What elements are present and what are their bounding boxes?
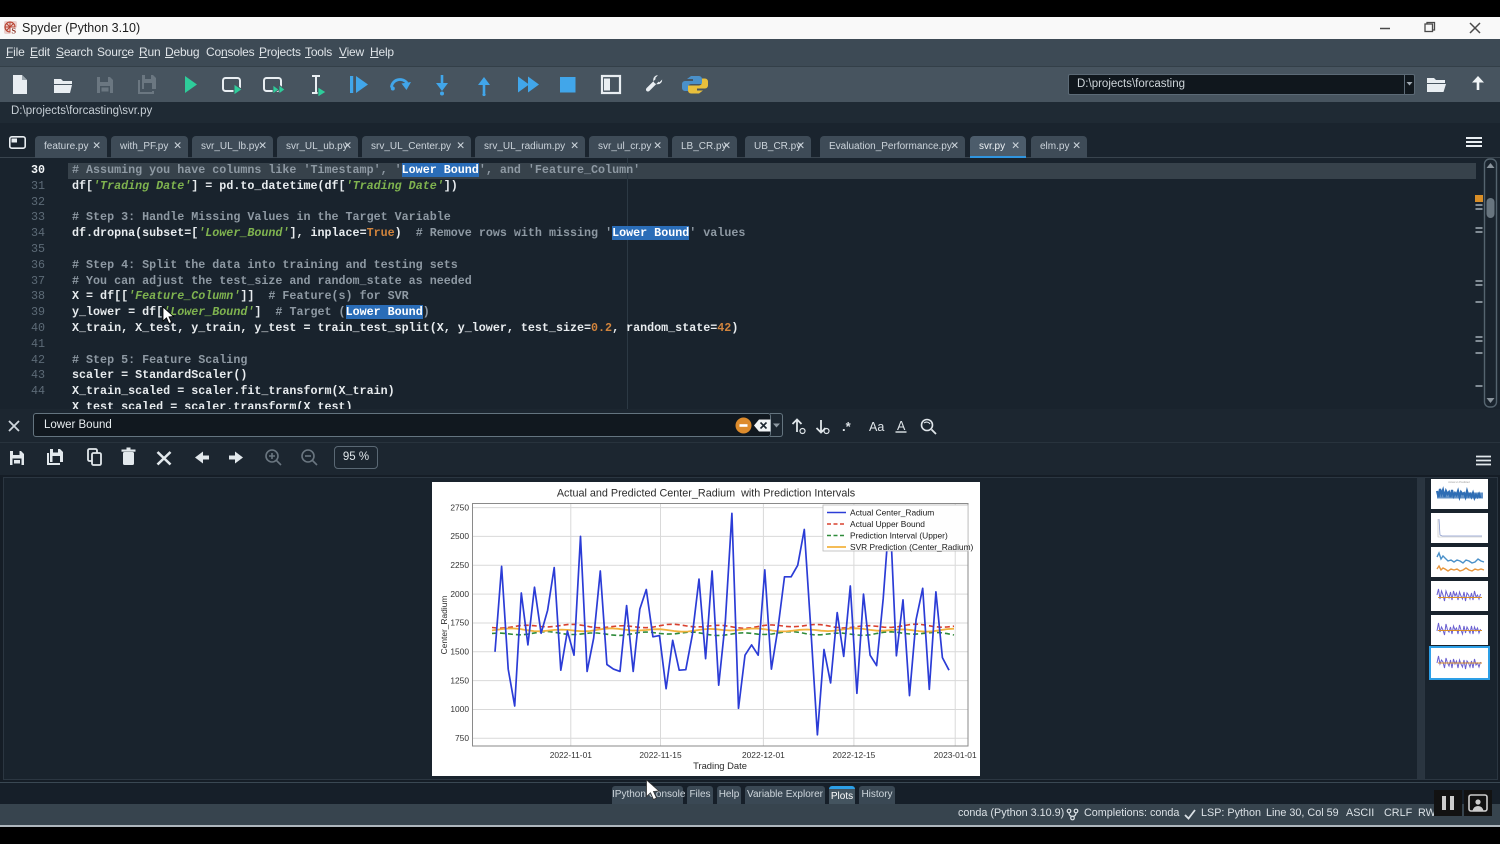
svg-text:1500: 1500	[450, 647, 469, 657]
svg-text:S: S	[11, 26, 16, 34]
svg-text:Actual Center_Radium: Actual Center_Radium	[850, 508, 934, 518]
svg-text:Center_Radium: Center_Radium	[439, 596, 449, 655]
svg-text:2022-11-01: 2022-11-01	[550, 750, 593, 760]
svg-text:1000: 1000	[450, 704, 469, 714]
svg-text:750: 750	[455, 733, 469, 743]
svg-text:Actual and Predicted Center_Ra: Actual and Predicted Center_Radium with …	[557, 488, 856, 500]
svg-text:2022-12-01: 2022-12-01	[742, 750, 785, 760]
svg-text:2250: 2250	[450, 560, 469, 570]
svg-text:A: A	[897, 419, 906, 433]
svg-text:2022-12-15: 2022-12-15	[832, 750, 875, 760]
svg-text:2022-11-15: 2022-11-15	[639, 750, 682, 760]
svg-text:1250: 1250	[450, 675, 469, 685]
svg-text:1750: 1750	[450, 618, 469, 628]
svg-text:2000: 2000	[450, 589, 469, 599]
svg-text:.*: .*	[842, 419, 852, 434]
svg-text:Actual vs Predicted: Actual vs Predicted	[1448, 481, 1470, 484]
svg-text:Prediction Interval (Upper): Prediction Interval (Upper)	[850, 531, 948, 541]
svg-text:2023-01-01: 2023-01-01	[934, 750, 977, 760]
svg-text:2500: 2500	[450, 531, 469, 541]
svg-text:SVR Prediction (Center_Radium): SVR Prediction (Center_Radium)	[850, 542, 974, 552]
svg-text:Aa: Aa	[869, 420, 884, 434]
svg-text:Actual Upper Bound: Actual Upper Bound	[850, 519, 925, 529]
svg-text:Trading Date: Trading Date	[693, 760, 747, 771]
svg-text:2750: 2750	[450, 502, 469, 512]
